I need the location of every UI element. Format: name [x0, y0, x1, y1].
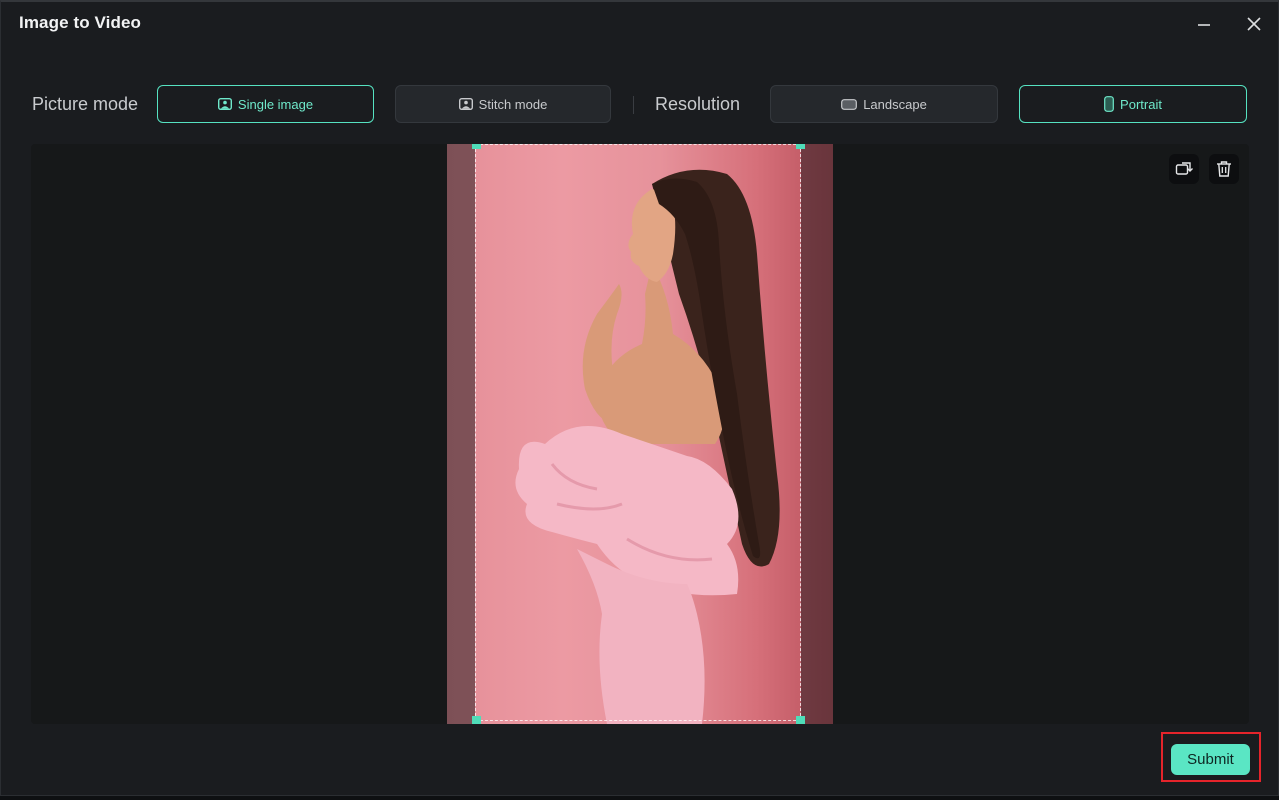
trash-icon: [1217, 161, 1231, 177]
delete-image-button[interactable]: [1209, 154, 1239, 184]
crop-outside-left: [447, 144, 475, 724]
image-to-video-dialog: Image to Video Picture mode Single image: [0, 0, 1279, 796]
crop-frame[interactable]: [475, 144, 801, 721]
close-button[interactable]: [1242, 12, 1266, 36]
crop-handle-bottom-left[interactable]: [472, 716, 481, 724]
crop-handle-top-right[interactable]: [796, 144, 805, 149]
landscape-label: Landscape: [863, 96, 927, 112]
minimize-icon: [1198, 24, 1210, 26]
toolbar-divider: [633, 96, 634, 114]
image-icon: [458, 98, 473, 110]
crop-handle-bottom-right[interactable]: [796, 716, 805, 724]
close-icon: [1247, 17, 1261, 31]
minimize-button[interactable]: [1192, 12, 1216, 36]
title-bar: Image to Video: [1, 2, 1278, 46]
uploaded-photo: [447, 144, 833, 724]
replace-image-icon: [1175, 162, 1193, 175]
stitch-mode-label: Stitch mode: [478, 96, 548, 112]
picture-mode-label: Picture mode: [32, 94, 139, 114]
stitch-mode-button[interactable]: Stitch mode: [395, 85, 611, 123]
dialog-title: Image to Video: [19, 13, 142, 32]
replace-image-button[interactable]: [1169, 154, 1199, 184]
submit-button[interactable]: Submit: [1171, 744, 1250, 775]
crop-handle-top-left[interactable]: [472, 144, 481, 149]
landscape-button[interactable]: Landscape: [770, 85, 998, 123]
portrait-label: Portrait: [1120, 96, 1162, 112]
single-image-button[interactable]: Single image: [157, 85, 374, 123]
settings-toolbar: Picture mode Single image Stitch mode Re…: [1, 84, 1278, 124]
single-image-label: Single image: [237, 96, 314, 112]
crop-outside-right: [801, 144, 833, 724]
image-icon: [217, 98, 232, 110]
portrait-button[interactable]: Portrait: [1019, 85, 1247, 123]
portrait-icon: [1104, 96, 1114, 112]
preview-canvas: [31, 144, 1249, 724]
resolution-label: Resolution: [655, 94, 741, 114]
landscape-icon: [841, 98, 858, 110]
